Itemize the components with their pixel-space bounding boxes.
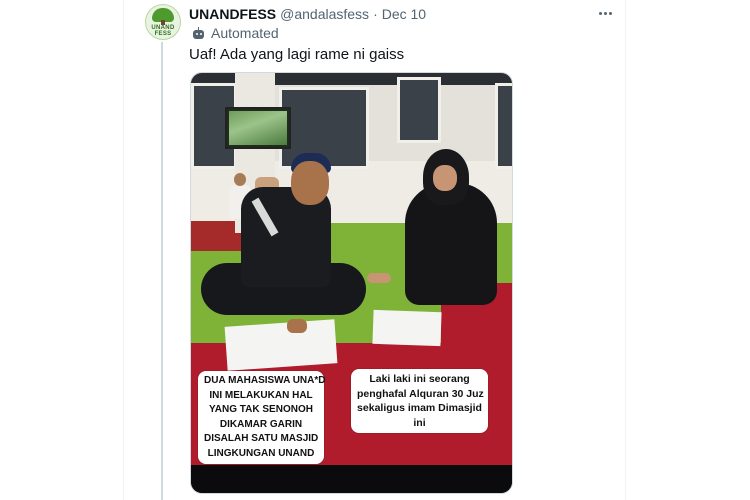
- timeline-border-left: [123, 0, 124, 500]
- caption-left-line: INI MELAKUKAN HAL: [209, 389, 313, 401]
- caption-left-line: DIKAMAR GARIN: [219, 418, 303, 430]
- separator-dot: ·: [373, 6, 378, 22]
- tweet-header: UNANDFESS @andalasfess · Dec 10: [189, 5, 426, 23]
- media-bottom-bar: [191, 465, 512, 493]
- author-name[interactable]: UNANDFESS: [189, 6, 276, 22]
- more-horizontal-icon: [598, 11, 602, 15]
- caption-left-line: DISALAH SATU MASJID: [204, 433, 319, 444]
- automated-text: Automated: [211, 25, 279, 41]
- caption-right-line: Laki laki ini seorang: [369, 373, 470, 385]
- caption-left-line: DUA MAHASISWA UNA*D: [204, 375, 326, 386]
- caption-right-line: penghafal Alquran 30 Juz: [357, 387, 484, 400]
- more-options-button[interactable]: [595, 3, 615, 23]
- tweet-text: Uaf! Ada yang lagi rame ni gaiss: [189, 46, 405, 63]
- avatar-logo-text: UNAND FESS: [151, 25, 175, 37]
- automated-label: Automated: [192, 24, 279, 42]
- tweet-date[interactable]: Dec 10: [382, 6, 426, 22]
- caption-right-line: sekaligus imam Dimasjid: [357, 402, 482, 414]
- tv-screen: [225, 107, 291, 149]
- caption-left-line: YANG TAK SENONOH: [209, 404, 313, 415]
- thread-connector-line: [161, 42, 163, 500]
- tweet-media-image[interactable]: DUA MAHASISWA UNA*D INI MELAKUKAN HAL YA…: [190, 72, 513, 494]
- photo-scene: DUA MAHASISWA UNA*D INI MELAKUKAN HAL YA…: [191, 73, 512, 465]
- timeline-border-right: [625, 0, 626, 500]
- caption-left: DUA MAHASISWA UNA*D INI MELAKUKAN HAL YA…: [198, 371, 326, 464]
- author-handle[interactable]: @andalasfess: [280, 6, 369, 22]
- caption-left-line: LINGKUNGAN UNAND: [207, 447, 315, 459]
- avatar[interactable]: UNAND FESS: [145, 4, 181, 40]
- bot-icon: [192, 26, 205, 40]
- caption-right-line: ini: [413, 416, 426, 429]
- caption-right: Laki laki ini seorang penghafal Alquran …: [351, 369, 488, 433]
